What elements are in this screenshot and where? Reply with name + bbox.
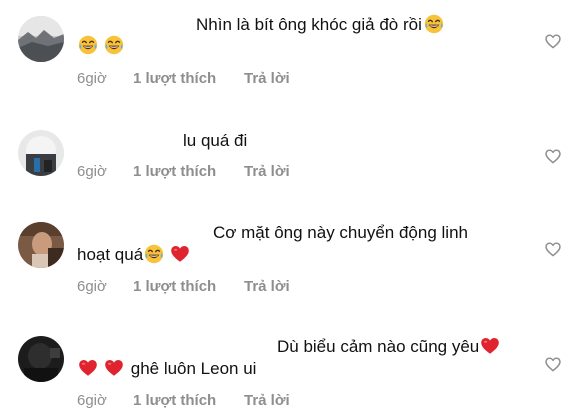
comment-text-line: hoạt quá <box>77 245 144 264</box>
like-heart-icon[interactable] <box>544 33 562 50</box>
avatar-photo <box>18 16 64 62</box>
avatar[interactable] <box>18 130 64 176</box>
comment-time: 6giờ <box>77 278 107 295</box>
likes-count-link[interactable]: 1 lượt thích <box>133 163 216 180</box>
comment-text-line: ghê luôn Leon ui <box>130 359 257 378</box>
comment-text: Cơ mặt ông này chuyển động linh <box>213 222 468 244</box>
like-heart-icon[interactable] <box>544 241 562 258</box>
comment-text: ghê luôn Leon ui <box>78 358 256 380</box>
comment-text-emojis <box>78 35 124 57</box>
comment-text-line: Nhìn là bít ông khóc giả đò rồi <box>196 15 422 34</box>
reply-button[interactable]: Trả lời <box>244 278 290 295</box>
red-heart-emoji <box>78 358 98 378</box>
laughing-tears-emoji <box>424 14 444 34</box>
red-heart-emoji <box>104 358 124 378</box>
avatar[interactable] <box>18 336 64 382</box>
like-heart-icon[interactable] <box>544 148 562 165</box>
reply-button[interactable]: Trả lời <box>244 163 290 180</box>
comment-text: Dù biểu cảm nào cũng yêu <box>277 336 500 358</box>
reply-button[interactable]: Trả lời <box>244 70 290 87</box>
avatar[interactable] <box>18 222 64 268</box>
likes-count-link[interactable]: 1 lượt thích <box>133 278 216 295</box>
avatar[interactable] <box>18 16 64 62</box>
avatar-photo <box>18 222 64 268</box>
laughing-tears-emoji <box>104 35 124 55</box>
comment-time: 6giờ <box>77 70 107 87</box>
comment-text-line: Dù biểu cảm nào cũng yêu <box>277 337 480 356</box>
red-heart-emoji <box>170 244 190 264</box>
red-heart-emoji <box>480 336 500 356</box>
comment-text: Nhìn là bít ông khóc giả đò rồi <box>196 14 444 36</box>
likes-count-link[interactable]: 1 lượt thích <box>133 392 216 409</box>
comment-time: 6giờ <box>77 392 107 409</box>
avatar-photo <box>18 130 64 176</box>
comment-text-line: lu quá đi <box>183 131 248 150</box>
comment-text-line: Cơ mặt ông này chuyển động linh <box>213 223 468 242</box>
laughing-tears-emoji <box>78 35 98 55</box>
comment-text: lu quá đi <box>183 130 247 152</box>
avatar-photo <box>18 336 64 382</box>
laughing-tears-emoji <box>144 244 164 264</box>
comment-time: 6giờ <box>77 163 107 180</box>
likes-count-link[interactable]: 1 lượt thích <box>133 70 216 87</box>
like-heart-icon[interactable] <box>544 356 562 373</box>
comment-text: hoạt quá <box>77 244 190 266</box>
reply-button[interactable]: Trả lời <box>244 392 290 409</box>
